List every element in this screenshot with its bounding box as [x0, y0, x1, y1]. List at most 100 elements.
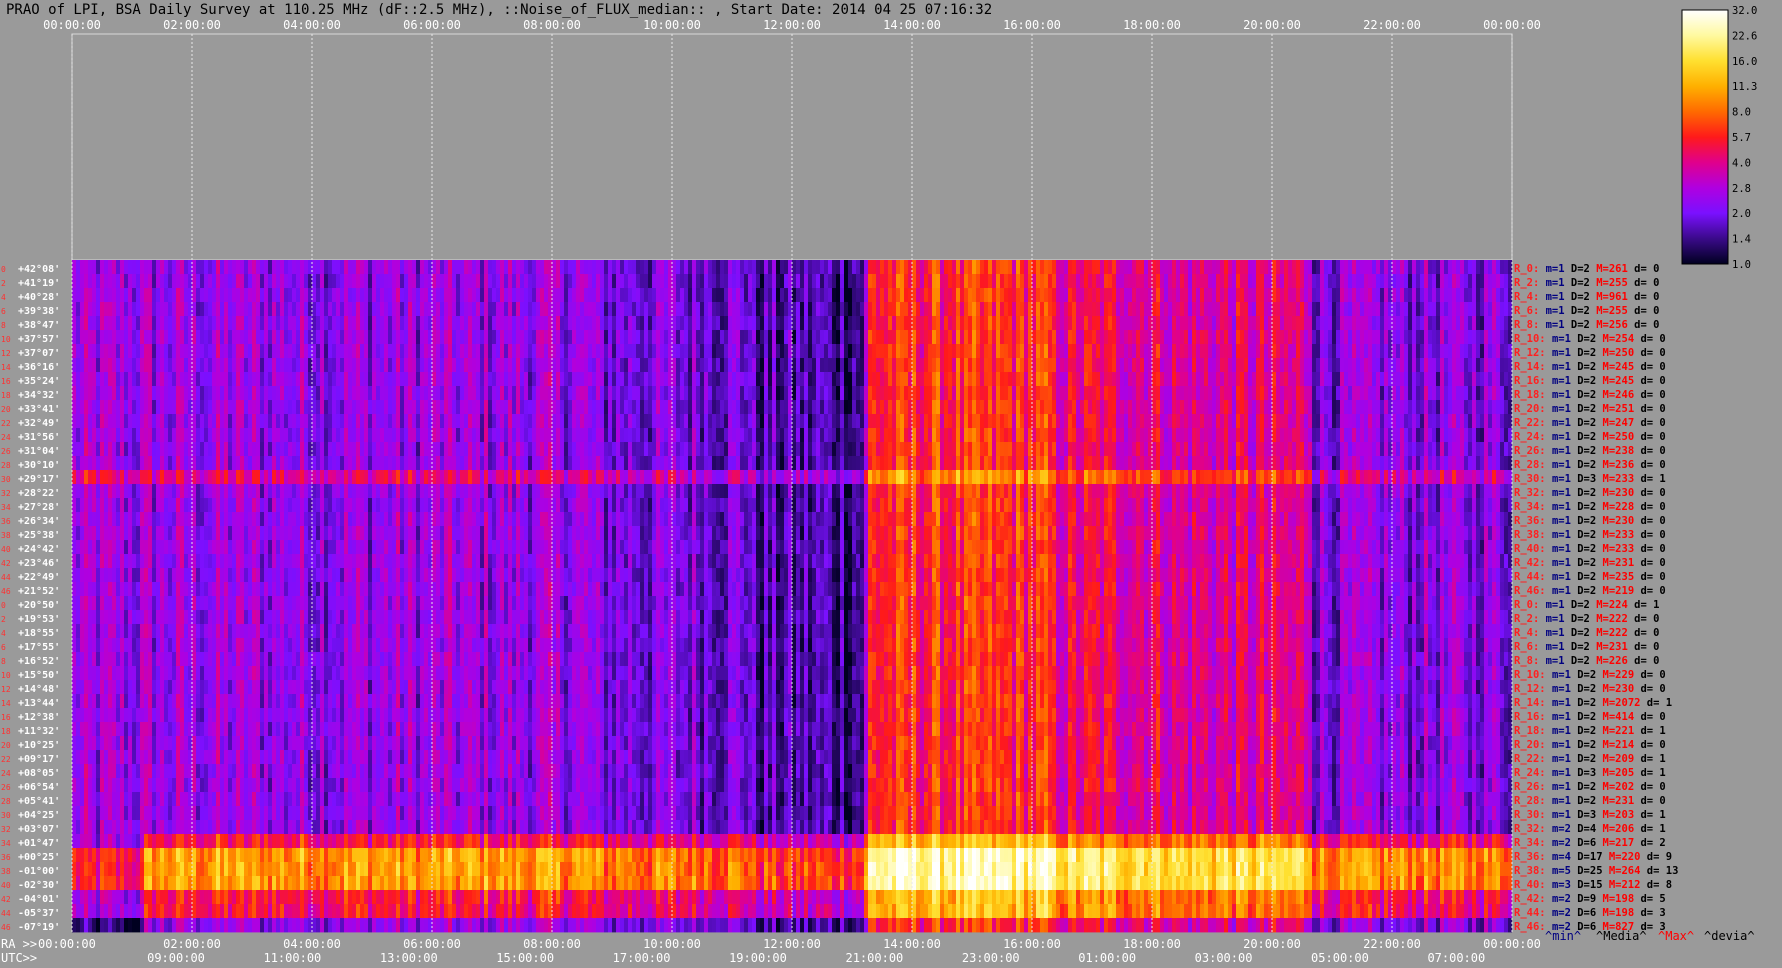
beam-index-label: 44 — [1, 573, 11, 582]
beam-index-label: 36 — [1, 853, 11, 862]
bottom-ra-tick-label: 10:00:00 — [643, 937, 701, 951]
row-stat: R_26: m=1 D=2 M=202 d= 0 — [1514, 781, 1666, 793]
declination-label: +09°17' — [18, 754, 60, 765]
row-stat: R_14: m=1 D=2 M=245 d= 0 — [1514, 361, 1666, 373]
row-stat: R_10: m=1 D=2 M=254 d= 0 — [1514, 333, 1666, 345]
beam-index-label: 10 — [1, 671, 11, 680]
row-stat: R_36: m=1 D=2 M=230 d= 0 — [1514, 515, 1666, 527]
declination-label: +19°53' — [18, 614, 60, 625]
colorbar-gradient — [1681, 9, 1729, 265]
declination-label: +28°22' — [18, 488, 60, 499]
declination-label: +05°41' — [18, 796, 60, 807]
bottom-axis: RA >>UTC>>00:00:00 02:00:00 04:00:00 06:00:… — [1, 937, 1541, 965]
colorbar-tick-label: 1.0 — [1732, 259, 1751, 271]
beam-index-label: 18 — [1, 727, 11, 736]
beam-index-label: 20 — [1, 405, 11, 414]
row-stat: R_0: m=1 D=2 M=224 d= 1 — [1514, 599, 1659, 611]
declination-label: +31°56' — [18, 432, 60, 443]
declination-label: +34°32' — [18, 390, 60, 401]
declination-label: -05°37' — [18, 908, 60, 919]
row-stat: R_16: m=1 D=2 M=414 d= 0 — [1514, 711, 1666, 723]
declination-label: +37°57' — [18, 334, 60, 345]
row-stat: R_44: m=2 D=6 M=198 d= 3 — [1514, 907, 1666, 919]
bottom-ra-tick-label: 08:00:00 — [523, 937, 581, 951]
row-stat: R_40: m=1 D=2 M=233 d= 0 — [1514, 543, 1666, 555]
top-ra-tick-label: 10:00:00 — [643, 18, 701, 32]
top-ra-tick-label: 16:00:00 — [1003, 18, 1061, 32]
bottom-utc-tick-label: 05:00:00 — [1311, 951, 1369, 965]
bottom-utc-tick-label: 11:00:00 — [263, 951, 321, 965]
top-ra-tick-label: 02:00:00 — [163, 18, 221, 32]
declination-label: +32°49' — [18, 418, 60, 429]
bottom-utc-tick-label: 01:00:00 — [1078, 951, 1136, 965]
bottom-utc-tick-label: 23:00:00 — [962, 951, 1020, 965]
top-ra-tick-label: 20:00:00 — [1243, 18, 1301, 32]
beam-index-label: 44 — [1, 909, 11, 918]
row-stat: R_8: m=1 D=2 M=226 d= 0 — [1514, 655, 1659, 667]
beam-index-label: 12 — [1, 685, 11, 694]
beam-index-label: 38 — [1, 531, 11, 540]
beam-index-label: 28 — [1, 797, 11, 806]
declination-label: +33°41' — [18, 404, 60, 415]
row-stat: R_20: m=1 D=2 M=214 d= 0 — [1514, 739, 1666, 751]
colorbar-tick-label: 2.0 — [1732, 208, 1751, 220]
row-stat: R_6: m=1 D=2 M=231 d= 0 — [1514, 641, 1659, 653]
bottom-utc-tick-label: 15:00:00 — [496, 951, 554, 965]
row-stat: R_28: m=1 D=2 M=231 d= 0 — [1514, 795, 1666, 807]
declination-label: +22°49' — [18, 572, 60, 583]
row-stat: R_24: m=1 D=2 M=250 d= 0 — [1514, 431, 1666, 443]
declination-label: +29°17' — [18, 474, 60, 485]
beam-index-label: 26 — [1, 447, 11, 456]
row-stat: R_6: m=1 D=2 M=255 d= 0 — [1514, 305, 1659, 317]
beam-index-label: 14 — [1, 699, 11, 708]
bottom-utc-tick-label: 21:00:00 — [845, 951, 903, 965]
beam-index-label: 2 — [1, 279, 6, 288]
beam-index-label: 6 — [1, 643, 6, 652]
utc-axis-prefix: UTC>> — [1, 951, 37, 965]
colorbar-tick-label: 5.7 — [1732, 132, 1751, 144]
bottom-utc-tick-label: 17:00:00 — [613, 951, 671, 965]
row-stat: R_36: m=4 D=17 M=220 d= 9 — [1514, 851, 1672, 863]
beam-index-label: 4 — [1, 629, 6, 638]
declination-label: +31°04' — [18, 446, 60, 457]
row-stat: R_34: m=1 D=2 M=228 d= 0 — [1514, 501, 1666, 513]
declination-label: +12°38' — [18, 712, 60, 723]
declination-label: +40°28' — [18, 292, 60, 303]
beam-index-label: 0 — [1, 265, 6, 274]
row-stat: R_34: m=2 D=6 M=217 d= 2 — [1514, 837, 1666, 849]
beam-index-label: 42 — [1, 895, 11, 904]
declination-label: -04°01' — [18, 894, 60, 905]
declination-label: +35°24' — [18, 376, 60, 387]
bottom-utc-tick-label: 03:00:00 — [1195, 951, 1253, 965]
row-stat: R_12: m=1 D=2 M=230 d= 0 — [1514, 683, 1666, 695]
row-stat: R_32: m=1 D=2 M=230 d= 0 — [1514, 487, 1666, 499]
ra-axis-prefix: RA >> — [1, 937, 37, 951]
declination-label: +25°38' — [18, 530, 60, 541]
beam-index-label: 12 — [1, 349, 11, 358]
colorbar-tick-label: 2.8 — [1732, 183, 1751, 195]
beam-index-label: 40 — [1, 881, 11, 890]
top-ra-tick-label: 08:00:00 — [523, 18, 581, 32]
row-stat: R_18: m=1 D=2 M=246 d= 0 — [1514, 389, 1666, 401]
beam-index-label: 16 — [1, 713, 11, 722]
row-stat: R_38: m=5 D=25 M=264 d= 13 — [1514, 865, 1678, 877]
row-stat: R_32: m=2 D=4 M=206 d= 1 — [1514, 823, 1666, 835]
declination-label: +00°25' — [18, 852, 60, 863]
declination-label: +42°08' — [18, 264, 60, 275]
declination-label: -01°00' — [18, 866, 60, 877]
declination-label: +27°28' — [18, 502, 60, 513]
beam-index-label: 34 — [1, 839, 11, 848]
beam-index-label: 24 — [1, 433, 11, 442]
bottom-ra-tick-label: 12:00:00 — [763, 937, 821, 951]
bottom-ra-tick-label: 00:00:00 — [38, 937, 96, 951]
beam-index-label: 40 — [1, 545, 11, 554]
row-statistics: R_0: m=1 D=2 M=261 d= 0 R_2: m=1 D=2 M=25… — [1514, 263, 1678, 933]
row-stat: R_22: m=1 D=2 M=209 d= 1 — [1514, 753, 1666, 765]
row-stat: R_38: m=1 D=2 M=233 d= 0 — [1514, 529, 1666, 541]
bottom-utc-tick-label: 07:00:00 — [1427, 951, 1485, 965]
beam-index-label: 2 — [1, 615, 6, 624]
row-stat: R_4: m=1 D=2 M=961 d= 0 — [1514, 291, 1659, 303]
declination-label: +20°50' — [18, 600, 60, 611]
row-stat: R_10: m=1 D=2 M=229 d= 0 — [1514, 669, 1666, 681]
declination-label: +17°55' — [18, 642, 60, 653]
